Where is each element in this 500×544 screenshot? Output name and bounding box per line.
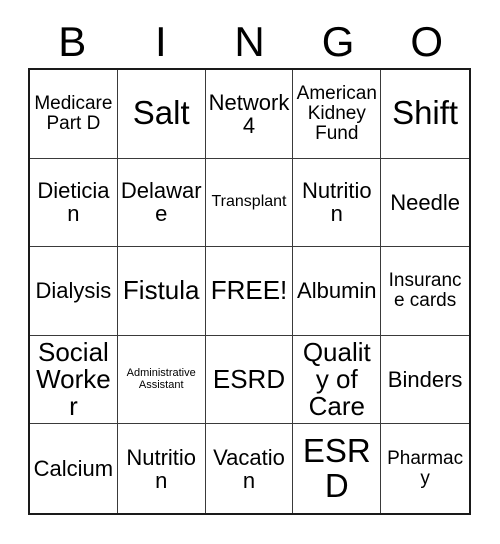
bingo-cell-label: ESRD xyxy=(212,363,286,394)
bingo-cell-label: Social Worker xyxy=(36,336,111,422)
bingo-cell-r2c3[interactable]: Transplant xyxy=(205,158,294,248)
bingo-cell-label: Transplant xyxy=(211,192,287,210)
bingo-cell-r4c4[interactable]: Quality of Care xyxy=(293,335,382,425)
bingo-cell-label: Administrative Assistant xyxy=(126,367,196,391)
bingo-cell-label: Albumin xyxy=(297,278,377,304)
bingo-cell-r2c1[interactable]: Dietician xyxy=(30,158,118,248)
bingo-cell-label: Vacation xyxy=(213,444,285,493)
bingo-cell-label: Quality of Care xyxy=(302,336,371,422)
bingo-cell-r3c4[interactable]: Albumin xyxy=(293,247,382,336)
bingo-cell-r1c1[interactable]: Medicare Part D xyxy=(30,70,118,159)
bingo-cell-r4c2[interactable]: Administrative Assistant xyxy=(117,335,206,425)
bingo-cell-r3c2[interactable]: Fistula xyxy=(117,247,206,336)
bingo-cell-label: FREE! xyxy=(210,275,288,306)
bingo-cell-r5c4[interactable]: ESRD xyxy=(293,424,382,513)
bingo-cell-r3c5[interactable]: Insurance cards xyxy=(381,247,469,336)
bingo-cell-label: Insurance cards xyxy=(388,270,462,311)
bingo-cell-label: ESRD xyxy=(302,432,371,504)
bingo-cell-label: Medicare Part D xyxy=(34,92,113,134)
bingo-cell-r2c2[interactable]: Delaware xyxy=(117,158,206,248)
bingo-cell-r2c5[interactable]: Needle xyxy=(381,158,469,248)
bingo-cell-r3c1[interactable]: Dialysis xyxy=(30,247,118,336)
bingo-cell-r2c4[interactable]: Nutrition xyxy=(293,158,382,248)
bingo-cell-label: Fistula xyxy=(122,275,200,306)
bingo-cell-r1c3[interactable]: Network 4 xyxy=(205,70,294,159)
bingo-cell-label: American Kidney Fund xyxy=(296,82,377,144)
bingo-cell-label: Needle xyxy=(390,189,460,215)
header-letter-b: B xyxy=(58,18,87,65)
bingo-cell-label: Nutrition xyxy=(126,444,197,493)
bingo-cell-label: Network 4 xyxy=(208,89,290,138)
bingo-cell-label: Calcium xyxy=(33,456,114,482)
bingo-cell-r5c3[interactable]: Vacation xyxy=(205,424,294,513)
bingo-cell-r5c2[interactable]: Nutrition xyxy=(117,424,206,513)
header-letter-i: I xyxy=(155,18,167,65)
bingo-cell-label: Dietician xyxy=(37,178,110,227)
header-letter-o: O xyxy=(410,18,443,65)
header-letter-n: N xyxy=(234,18,265,65)
bingo-cell-label: Salt xyxy=(132,94,190,132)
bingo-cell-label: Shift xyxy=(392,94,459,132)
bingo-cell-r1c2[interactable]: Salt xyxy=(117,70,206,159)
header-letter-g: G xyxy=(321,18,355,65)
bingo-cell-label: Nutrition xyxy=(301,178,372,227)
bingo-cell-label: Delaware xyxy=(120,178,202,227)
bingo-cell-r4c1[interactable]: Social Worker xyxy=(30,335,118,425)
bingo-grid: Medicare Part D Salt Network 4 American … xyxy=(28,68,471,515)
bingo-cell-label: Dialysis xyxy=(35,278,112,304)
bingo-cell-r5c5[interactable]: Pharmacy xyxy=(381,424,469,513)
bingo-cell-label: Binders xyxy=(387,367,463,393)
bingo-cell-r4c5[interactable]: Binders xyxy=(381,335,469,425)
bingo-cell-free-space[interactable]: FREE! xyxy=(205,247,294,336)
bingo-cell-r5c1[interactable]: Calcium xyxy=(30,424,118,513)
bingo-cell-r1c5[interactable]: Shift xyxy=(381,70,469,159)
bingo-cell-r1c4[interactable]: American Kidney Fund xyxy=(293,70,382,159)
bingo-cell-r4c3[interactable]: ESRD xyxy=(205,335,294,425)
bingo-header: B I N G O xyxy=(28,18,471,66)
bingo-card: B I N G O Medicare Part D Salt Network 4… xyxy=(0,0,500,544)
bingo-cell-label: Pharmacy xyxy=(387,447,464,489)
